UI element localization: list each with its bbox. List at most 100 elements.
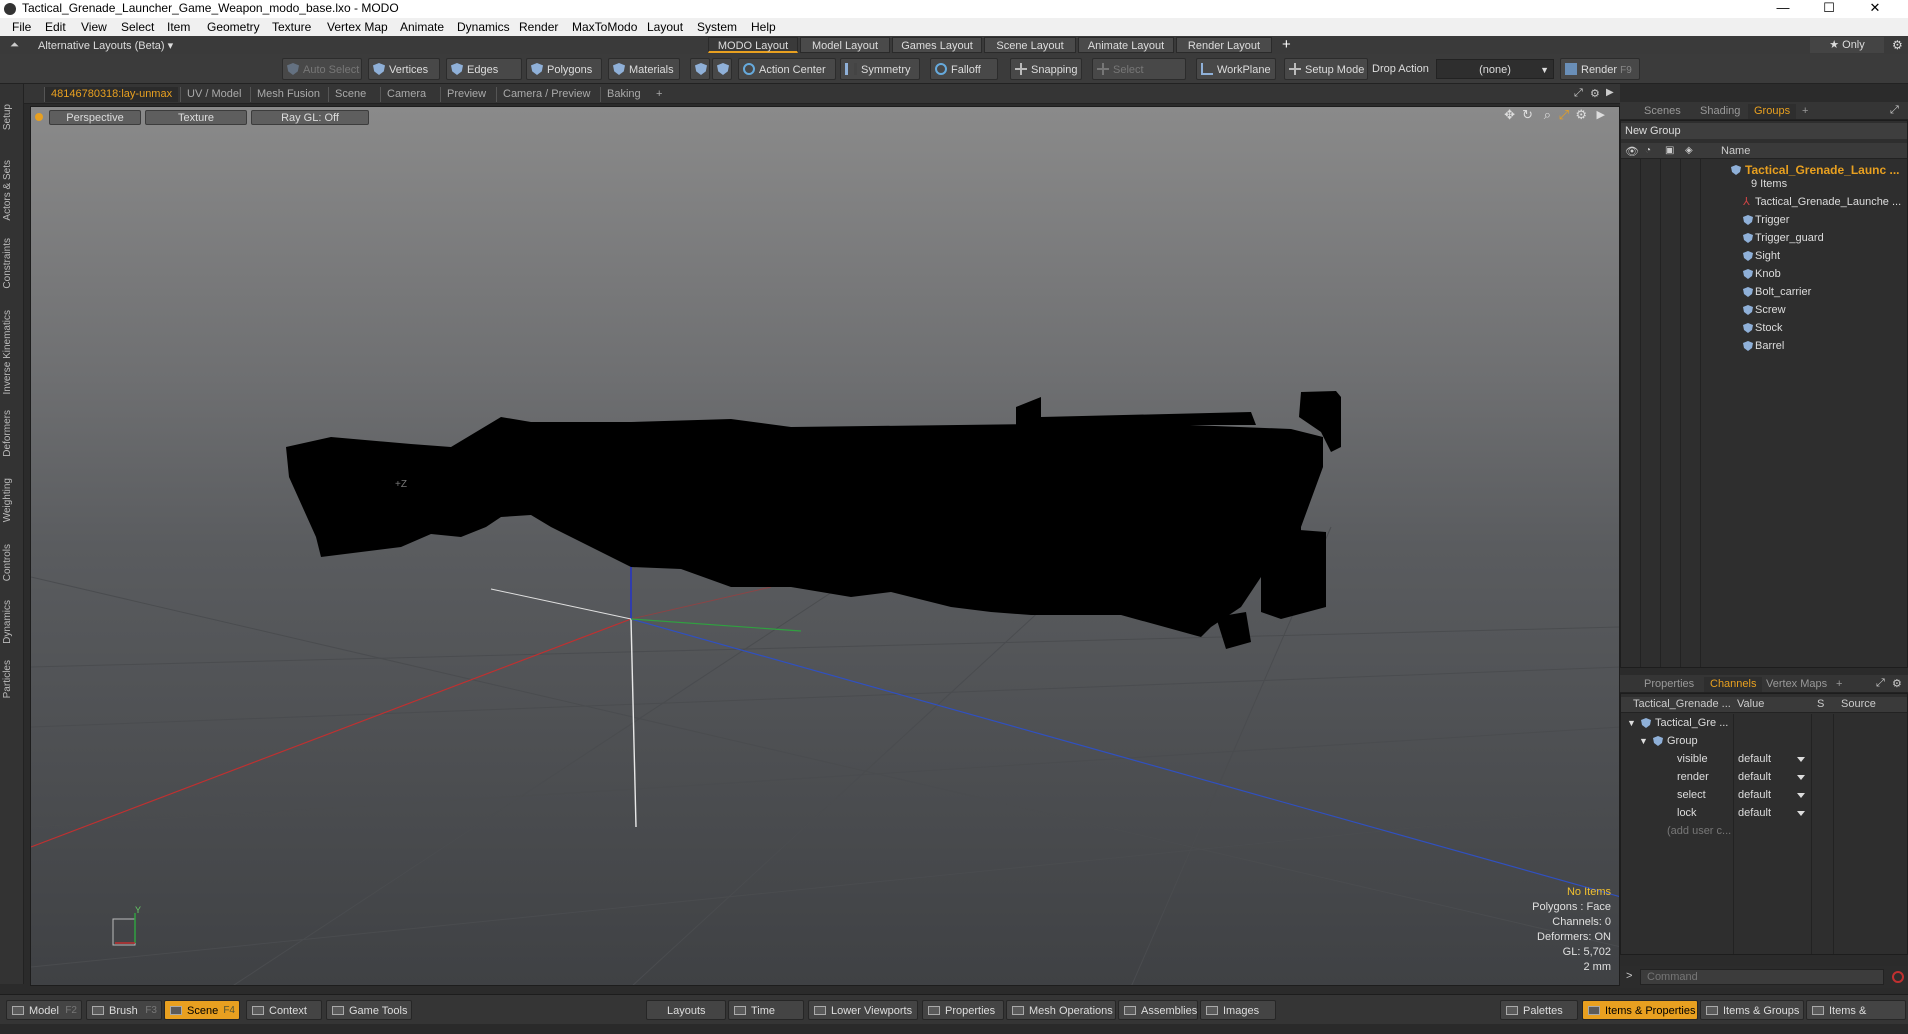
tab-lay-unmax[interactable]: 48146780318:lay-unmax [44,87,179,102]
channel-row[interactable]: lock default [1621,804,1907,822]
vtab-weighting[interactable]: Weighting [2,478,20,522]
falloff-button[interactable]: Falloff [930,58,998,80]
close-button[interactable]: ✕ [1852,0,1898,18]
tab-mesh-fusion[interactable]: Mesh Fusion [250,87,326,102]
vtab-deformers[interactable]: Deformers [2,410,20,457]
command-input[interactable] [1640,969,1884,985]
tab-properties[interactable]: Properties [1638,677,1700,692]
bottom-items-shading-button[interactable]: Items & Shading [1806,1000,1906,1034]
menu-file[interactable]: File [12,20,31,34]
select-mode-a-button[interactable] [690,58,710,80]
bottom-palettes-button[interactable]: Palettes [1500,1000,1578,1020]
menu-select[interactable]: Select [121,20,154,34]
menu-help[interactable]: Help [751,20,776,34]
bottom-assemblies-button[interactable]: Assemblies [1118,1000,1198,1020]
menu-edit[interactable]: Edit [45,20,66,34]
edges-button[interactable]: Edges [446,58,522,80]
drop-action-select[interactable]: (none) ▼ [1436,59,1554,79]
chevron-down-icon[interactable] [1797,775,1805,780]
tab-baking[interactable]: Baking [600,87,647,102]
menu-animate[interactable]: Animate [400,20,444,34]
menu-vertex-map[interactable]: Vertex Map [327,20,388,34]
bottom-mesh-operations-button[interactable]: Mesh Operations [1006,1000,1116,1020]
menu-geometry[interactable]: Geometry [207,20,260,34]
eye-icon[interactable]: 👁 [1625,145,1639,158]
maximize-button[interactable]: ☐ [1806,0,1852,18]
bottom-properties-button[interactable]: Properties [922,1000,1004,1020]
layout-menu-icon[interactable]: ⏶ [10,39,19,52]
bottom-images-button[interactable]: Images [1200,1000,1276,1020]
bottom-lower-viewports-button[interactable]: Lower Viewports [808,1000,918,1020]
chevron-down-icon[interactable] [1797,793,1805,798]
bottom-items-properties-button[interactable]: Items & Properties [1582,1000,1698,1020]
tab-scene-layout[interactable]: Scene Layout [984,37,1076,53]
bottom-layouts-button[interactable]: Layouts [646,1000,726,1020]
channel-group-row[interactable]: ▼ Group [1621,732,1907,750]
select-mode-b-button[interactable] [712,58,732,80]
new-group-button[interactable]: New Group [1621,123,1907,139]
tab-scenes[interactable]: Scenes [1638,104,1687,119]
snapping-button[interactable]: Snapping [1010,58,1082,80]
menu-maxtomodo[interactable]: MaxToModo [572,20,637,34]
gear-icon[interactable]: ⚙ [1590,87,1600,100]
maximize-panel-icon[interactable]: ⤢ [1876,677,1885,690]
group-item-row[interactable]: Barrel [1621,337,1907,355]
vtab-dynamics[interactable]: Dynamics [2,600,20,644]
bottom-scene-button[interactable]: Scene F4 [164,1000,240,1020]
render-button[interactable]: Render F9 [1560,58,1640,80]
menu-dynamics[interactable]: Dynamics [457,20,510,34]
channel-row[interactable]: select default [1621,786,1907,804]
tab-uv-model[interactable]: UV / Model [180,87,247,102]
bottom-game-tools-button[interactable]: Game Tools [326,1000,412,1020]
auto-select-button[interactable]: Auto Select [282,58,362,80]
vertices-button[interactable]: Vertices [368,58,440,80]
channel-root-row[interactable]: ▼ Tactical_Gre ... [1621,714,1907,732]
tab-camera-preview[interactable]: Camera / Preview [496,87,596,102]
tab-scene[interactable]: Scene [328,87,372,102]
alternative-layouts-dropdown[interactable]: Alternative Layouts (Beta) ▾ [38,39,173,52]
group-item-row[interactable]: Screw [1621,301,1907,319]
only-toggle[interactable]: ★ Only [1810,37,1884,53]
channel-row[interactable]: render default [1621,768,1907,786]
gear-icon[interactable]: ⚙ [1892,38,1903,52]
channel-value[interactable]: default [1738,750,1771,768]
vtab-actors-sets[interactable]: Actors & Sets [2,160,20,221]
group-item-row[interactable]: Trigger [1621,211,1907,229]
group-item-row[interactable]: Stock [1621,319,1907,337]
tab-camera[interactable]: Camera [380,87,432,102]
gear-icon[interactable]: ⚙ [1892,677,1902,690]
add-channel-tab-button[interactable]: + [1830,677,1848,692]
bottom-time-button[interactable]: Time [728,1000,804,1020]
menu-system[interactable]: System [697,20,737,34]
tab-model-layout[interactable]: Model Layout [800,37,890,53]
vtab-setup[interactable]: Setup [2,104,20,130]
channel-value[interactable]: default [1738,768,1771,786]
vtab-particles[interactable]: Particles [2,660,20,698]
chevron-down-icon[interactable] [1797,757,1805,762]
channel-value[interactable]: default [1738,804,1771,822]
tab-groups[interactable]: Groups [1748,104,1797,119]
menu-texture[interactable]: Texture [272,20,311,34]
add-viewport-tab-button[interactable]: + [650,87,668,102]
menu-layout[interactable]: Layout [647,20,683,34]
group-item-row[interactable]: Trigger_guard [1621,229,1907,247]
group-item-row[interactable]: Bolt_carrier [1621,283,1907,301]
add-layout-button[interactable]: + [1282,36,1291,53]
tab-games-layout[interactable]: Games Layout [892,37,982,53]
3d-viewport[interactable]: Perspective Texture Ray GL: Off ✥ ↻ ⌕ ⤢ … [30,106,1620,986]
tab-render-layout[interactable]: Render Layout [1176,37,1272,53]
menu-render[interactable]: Render [519,20,558,34]
lock-icon[interactable]: ▣ [1665,145,1674,156]
render-toggle-icon[interactable]: ◔ [1645,145,1651,156]
channel-row[interactable]: visible default [1621,750,1907,768]
maximize-panel-icon[interactable]: ⤢ [1890,104,1899,117]
bottom-brush-button[interactable]: Brush F3 [86,1000,162,1020]
bottom-context-button[interactable]: Context [246,1000,322,1020]
polygons-button[interactable]: Polygons [526,58,602,80]
group-item-row[interactable]: Sight [1621,247,1907,265]
setup-mode-button[interactable]: Setup Mode [1284,58,1368,80]
materials-button[interactable]: Materials [608,58,680,80]
add-panel-tab-button[interactable]: + [1796,104,1814,119]
select-through-button[interactable]: Select Through [1092,58,1186,98]
record-icon[interactable] [1892,971,1904,983]
